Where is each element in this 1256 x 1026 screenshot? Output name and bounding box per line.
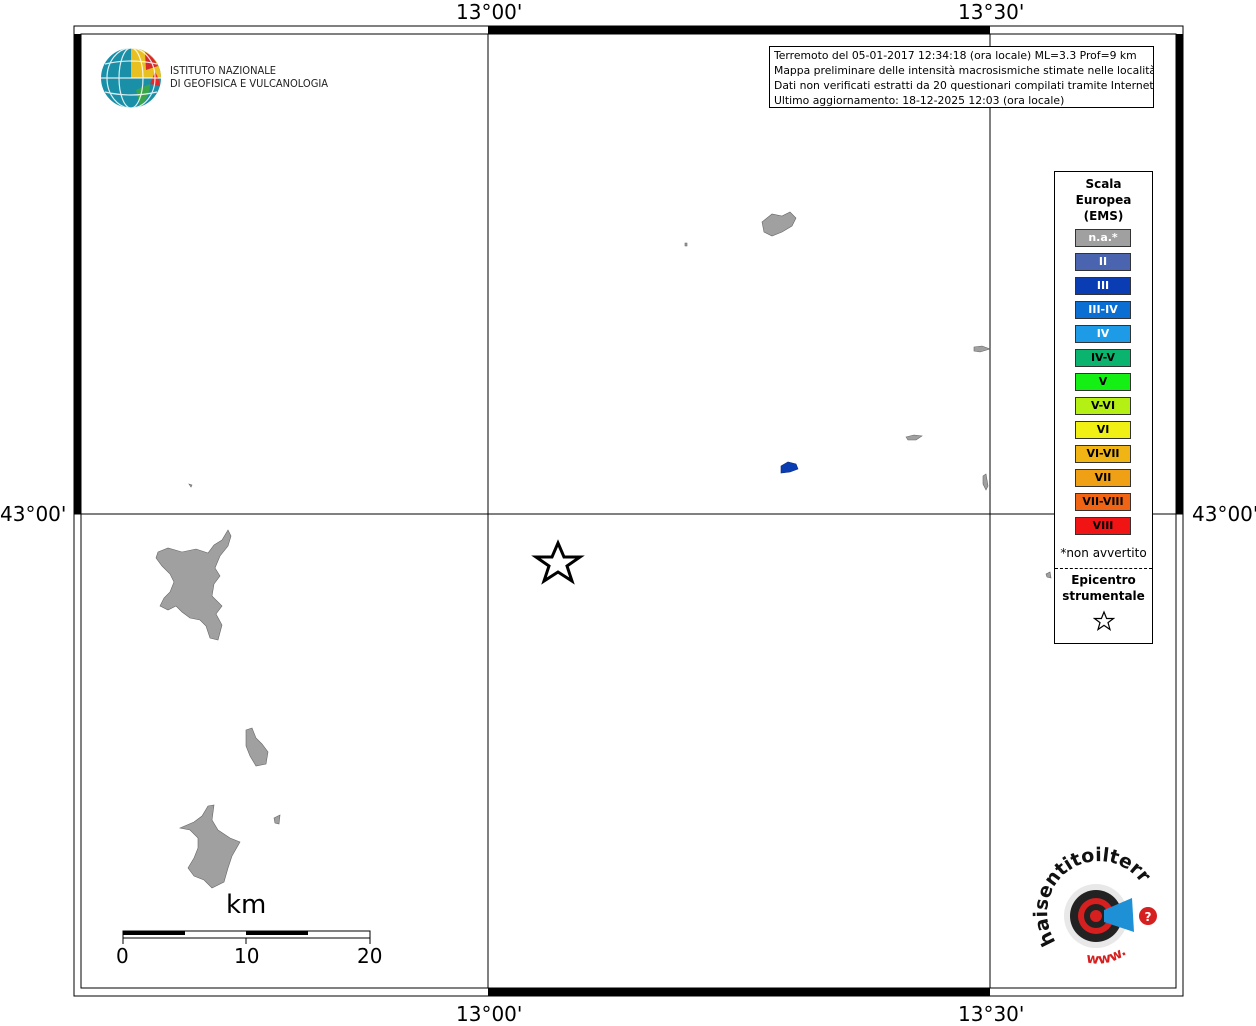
scale-tick-0: 0 bbox=[116, 944, 129, 968]
area-dot-1 bbox=[684, 242, 688, 247]
legend-swatch-iv-v: IV-V bbox=[1075, 349, 1131, 367]
scale-tick-10: 10 bbox=[234, 944, 260, 968]
earthquake-info-box: Terremoto del 05-01-2017 12:34:18 (ora l… bbox=[769, 46, 1154, 108]
lat-label-left: 43°00' bbox=[0, 502, 67, 526]
legend-swatch-iv: IV bbox=[1075, 325, 1131, 343]
frame-segment-bottom bbox=[488, 988, 990, 996]
info-line-map: Mappa preliminare delle intensità macros… bbox=[774, 64, 1153, 77]
legend-title-line1: Scala bbox=[1085, 177, 1122, 191]
ingv-logo-text: ISTITUTO NAZIONALE DI GEOFISICA E VULCAN… bbox=[170, 64, 328, 90]
info-line-event: Terremoto del 05-01-2017 12:34:18 (ora l… bbox=[774, 49, 1137, 62]
ingv-logo-line2: DI GEOFISICA E VULCANOLOGIA bbox=[170, 77, 329, 90]
legend-epicenter-line2: strumentale bbox=[1062, 589, 1145, 603]
legend-title-line3: (EMS) bbox=[1083, 209, 1124, 223]
lat-label-right: 43°00' bbox=[1192, 502, 1256, 526]
legend-swatch-vii-viii: VII-VIII bbox=[1075, 493, 1131, 511]
legend-swatch-v: V bbox=[1075, 373, 1131, 391]
legend-epicenter-label: Epicentro strumentale bbox=[1055, 572, 1152, 604]
info-line-updated: Ultimo aggiornamento: 18-12-2025 12:03 (… bbox=[774, 94, 1065, 107]
legend-star-icon bbox=[1093, 610, 1115, 631]
legend-title-line2: Europea bbox=[1075, 193, 1132, 207]
legend-swatch-ii: II bbox=[1075, 253, 1131, 271]
legend-epicenter-line1: Epicentro bbox=[1071, 573, 1136, 587]
lon-label-bottom-right: 13°30' bbox=[958, 1002, 1025, 1026]
lon-label-bottom-left: 13°00' bbox=[456, 1002, 523, 1026]
legend-swatch-iii-iv: III-IV bbox=[1075, 301, 1131, 319]
map-frame bbox=[73, 25, 1184, 997]
legend-title: Scala Europea (EMS) bbox=[1055, 176, 1152, 224]
legend-swatch-viii: VIII bbox=[1075, 517, 1131, 535]
ems-legend: Scala Europea (EMS) n.a.* II III III-IV IV IV… bbox=[1054, 171, 1153, 644]
legend-swatch-iii: III bbox=[1075, 277, 1131, 295]
svg-text:?: ? bbox=[1145, 910, 1152, 924]
lon-label-top-right: 13°30' bbox=[958, 0, 1025, 24]
legend-note: *non avvertito bbox=[1060, 546, 1147, 560]
legend-swatch-vi: VI bbox=[1075, 421, 1131, 439]
legend-swatch-vii: VII bbox=[1075, 469, 1131, 487]
legend-swatch-vi-vii: VI-VII bbox=[1075, 445, 1131, 463]
frame-segment-right bbox=[1176, 34, 1183, 514]
ingv-logo-line1: ISTITUTO NAZIONALE bbox=[170, 64, 277, 77]
legend-swatch-v-vi: V-VI bbox=[1075, 397, 1131, 415]
info-line-data: Dati non verificati estratti da 20 quest… bbox=[774, 79, 1153, 92]
frame-segment-left bbox=[74, 34, 81, 514]
scale-unit-label: km bbox=[226, 890, 267, 920]
scale-tick-20: 20 bbox=[357, 944, 383, 968]
lon-label-top-left: 13°00' bbox=[456, 0, 523, 24]
legend-divider bbox=[1055, 568, 1152, 569]
frame-segment-top bbox=[488, 26, 990, 34]
ingv-globe-logo bbox=[101, 47, 161, 109]
legend-swatch-n-a: n.a.* bbox=[1075, 229, 1131, 247]
